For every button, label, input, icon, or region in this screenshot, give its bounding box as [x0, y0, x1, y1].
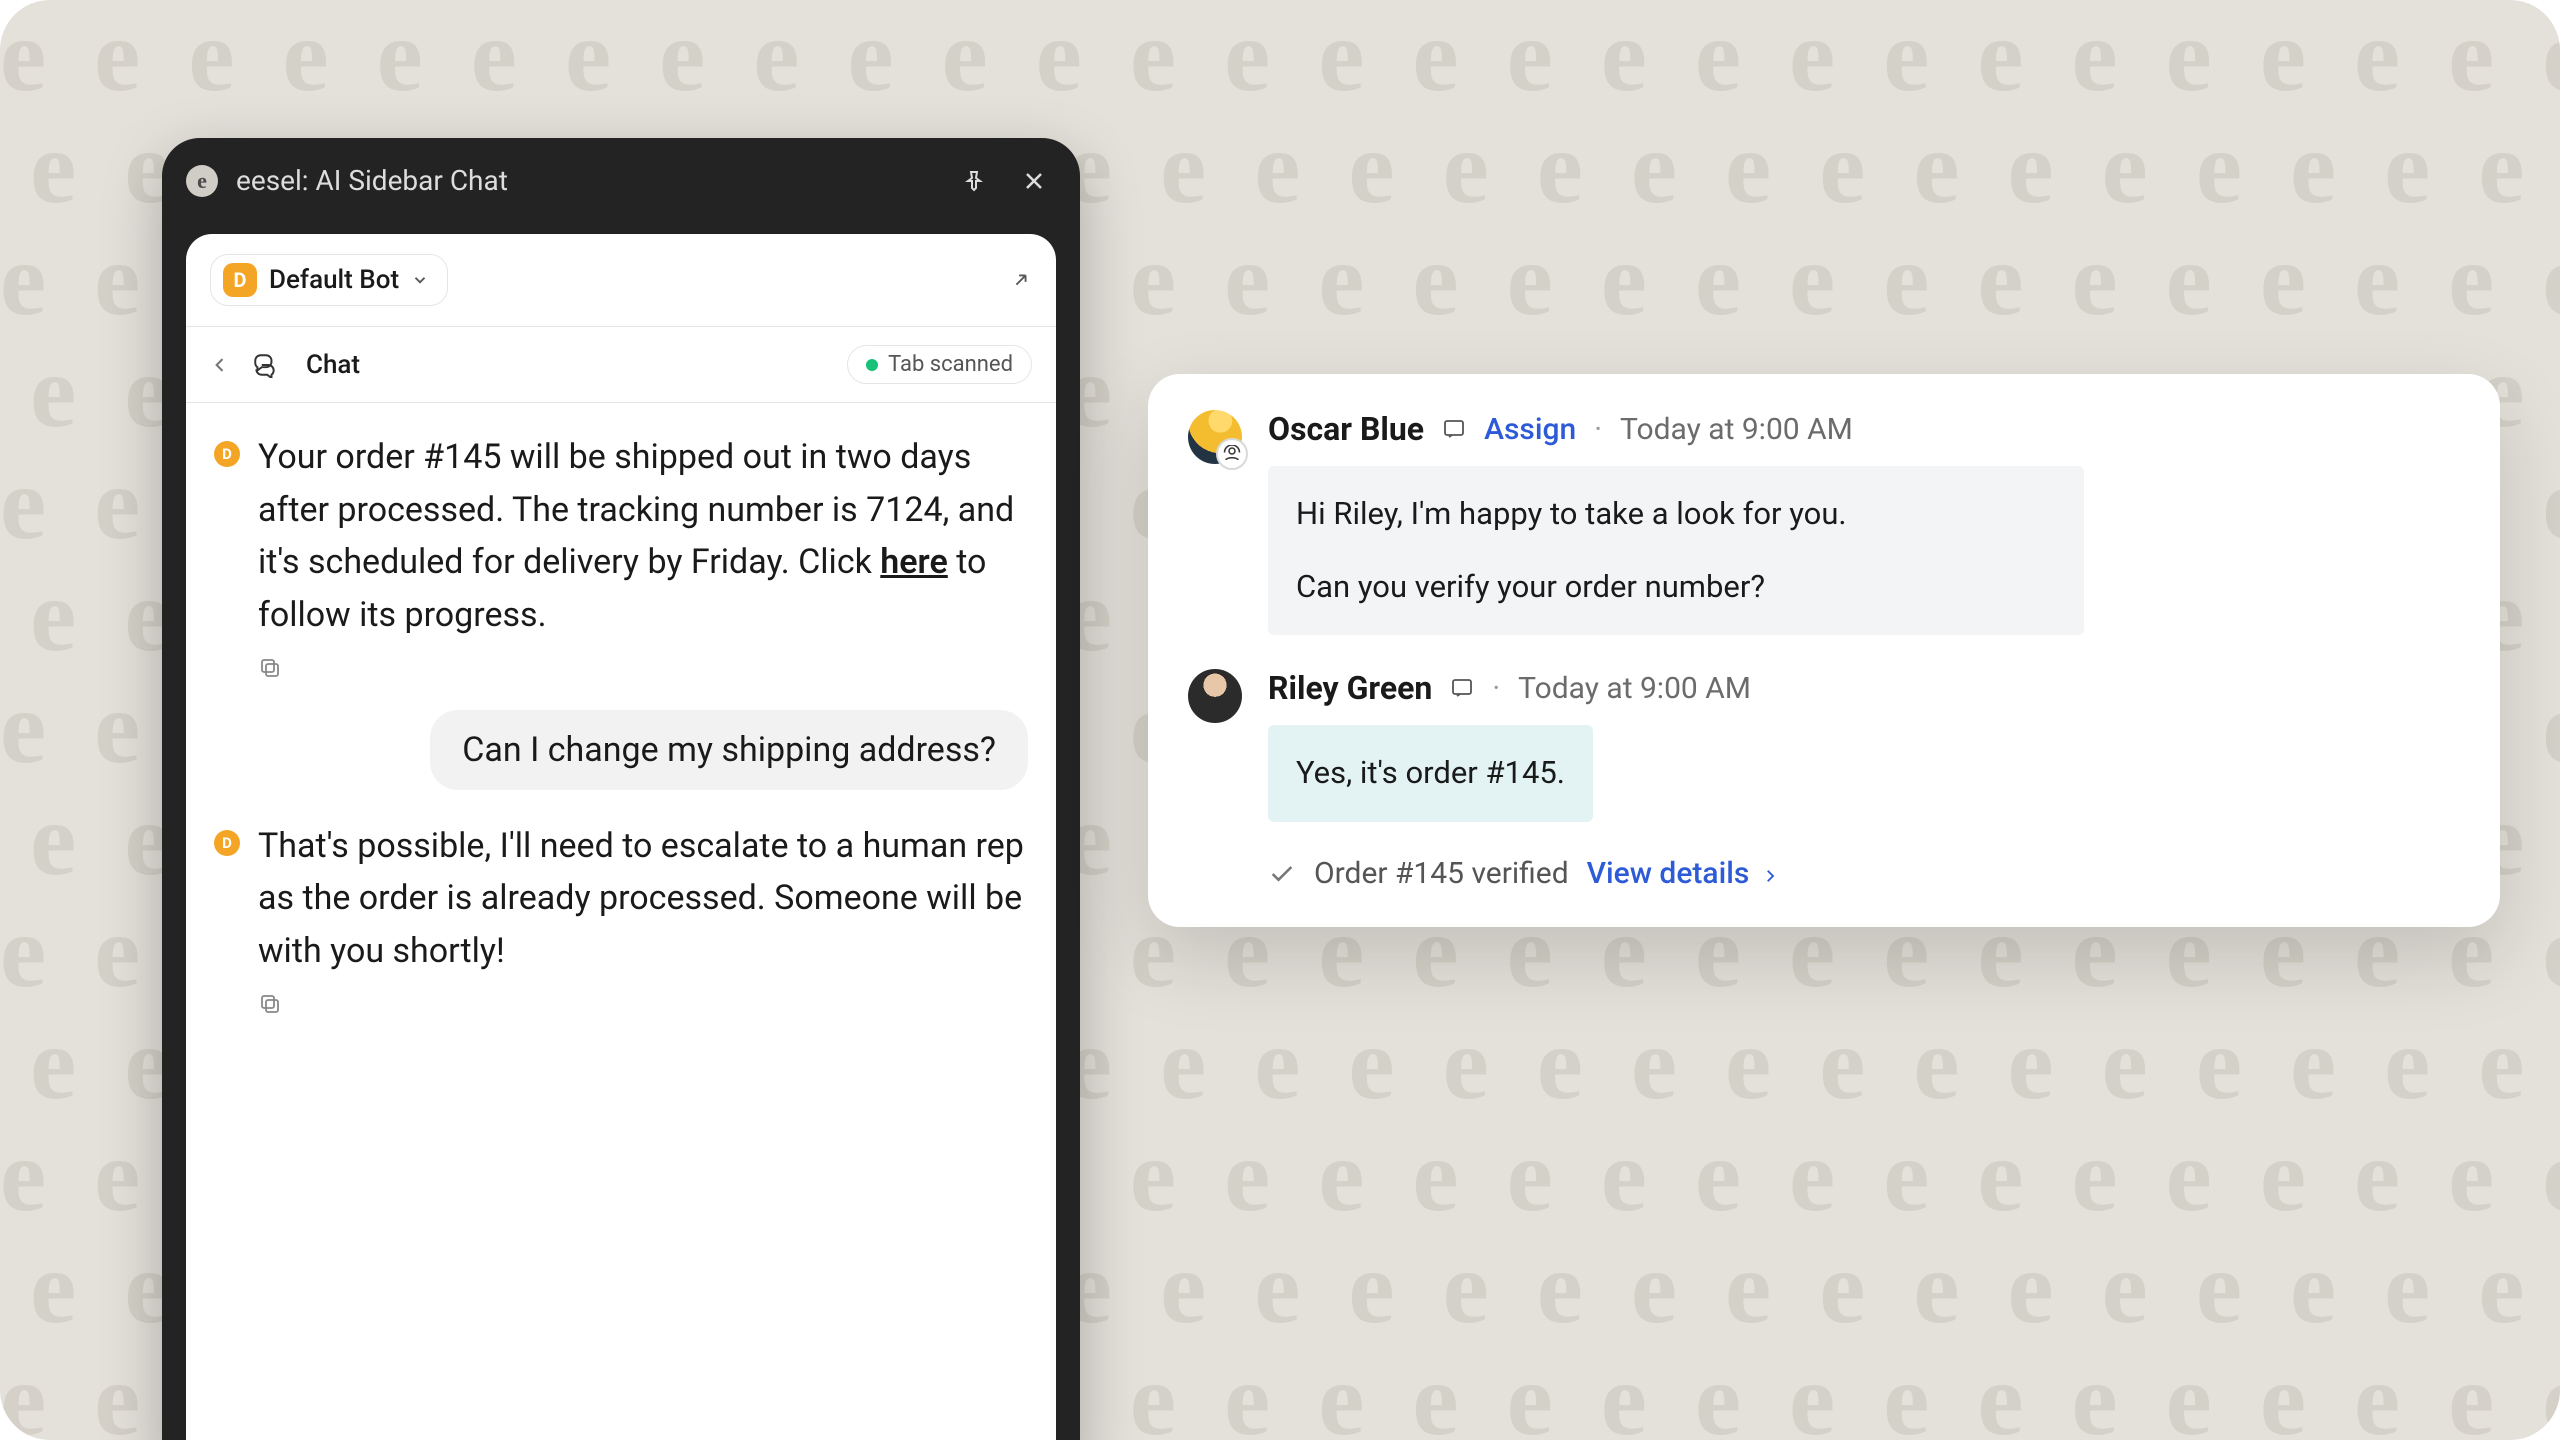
chat-icon [252, 352, 278, 378]
verify-text: Order #145 verified [1314, 856, 1569, 891]
bot-message: D That's possible, I'll need to escalate… [214, 820, 1028, 1016]
agent-line-2: Can you verify your order number? [1296, 561, 2056, 614]
agent-name: Oscar Blue [1268, 410, 1424, 448]
message-list: D Your order #145 will be shipped out in… [186, 403, 1056, 1044]
status-dot-icon [866, 359, 878, 371]
bot-name: Default Bot [269, 265, 399, 295]
copy-icon[interactable] [258, 992, 1028, 1016]
chevron-down-icon [411, 271, 429, 289]
agent-message-bubble: Hi Riley, I'm happy to take a look for y… [1268, 466, 2084, 635]
agent-header: Oscar Blue Assign · Today at 9:00 AM [1268, 410, 2452, 448]
verify-row: Order #145 verified View details [1268, 856, 2452, 891]
pin-icon[interactable] [962, 169, 986, 193]
agent-thread: Oscar Blue Assign · Today at 9:00 AM Hi … [1188, 410, 2452, 635]
user-name: Riley Green [1268, 669, 1432, 707]
sidebar-window: e eesel: AI Sidebar Chat D Default Bot [162, 138, 1080, 1440]
separator-dot: · [1492, 671, 1500, 706]
separator-dot: · [1594, 412, 1602, 447]
sidebar-panel: D Default Bot Chat [186, 234, 1056, 1440]
user-message-text: Can I change my shipping address? [462, 730, 996, 770]
note-icon[interactable] [1450, 676, 1474, 700]
eesel-logo: e [186, 165, 218, 197]
user-message-bubble: Yes, it's order #145. [1268, 725, 1593, 822]
stage: eeeeeeeeeeeeeeeeeeeeeeeeeeeeeeeeeeeeeeee… [0, 0, 2560, 1440]
bot-message-avatar: D [214, 441, 240, 467]
agent-avatar [1188, 410, 1242, 464]
conversation-card: Oscar Blue Assign · Today at 9:00 AM Hi … [1148, 374, 2500, 927]
copy-icon[interactable] [258, 656, 1028, 680]
scan-chip-label: Tab scanned [888, 352, 1013, 377]
agent-timestamp: Today at 9:00 AM [1620, 412, 1853, 447]
tab-scanned-chip: Tab scanned [847, 345, 1032, 384]
user-line-1: Yes, it's order #145. [1296, 754, 1565, 791]
user-timestamp: Today at 9:00 AM [1518, 671, 1751, 706]
sidebar-titlebar: e eesel: AI Sidebar Chat [162, 138, 1080, 221]
close-icon[interactable] [1022, 169, 1046, 193]
view-details-text: View details [1587, 856, 1750, 891]
user-header: Riley Green · Today at 9:00 AM [1268, 669, 2452, 707]
popout-icon[interactable] [1010, 269, 1032, 291]
user-avatar [1188, 669, 1242, 723]
agent-line-1: Hi Riley, I'm happy to take a look for y… [1296, 488, 2056, 541]
bot-message-text: That's possible, I'll need to escalate t… [258, 820, 1028, 978]
note-icon[interactable] [1442, 417, 1466, 441]
sidebar-title: eesel: AI Sidebar Chat [236, 164, 962, 197]
tracking-link[interactable]: here [880, 542, 948, 582]
bot-selector-row: D Default Bot [186, 234, 1056, 327]
user-message-bubble: Can I change my shipping address? [430, 710, 1028, 790]
bot-selector[interactable]: D Default Bot [210, 254, 448, 306]
check-icon [1268, 860, 1296, 888]
bot-message: D Your order #145 will be shipped out in… [214, 431, 1028, 680]
chat-label: Chat [306, 350, 360, 380]
bot-message-text: Your order #145 will be shipped out in t… [258, 431, 1028, 642]
agent-badge-icon [1216, 438, 1248, 470]
user-thread: Riley Green · Today at 9:00 AM Yes, it's… [1188, 669, 2452, 822]
view-details-link[interactable]: View details [1587, 856, 1779, 891]
bot-avatar: D [223, 263, 257, 297]
bot-message-avatar: D [214, 830, 240, 856]
back-icon[interactable] [210, 355, 232, 375]
assign-link[interactable]: Assign [1484, 412, 1576, 447]
chat-header-row: Chat Tab scanned [186, 327, 1056, 403]
